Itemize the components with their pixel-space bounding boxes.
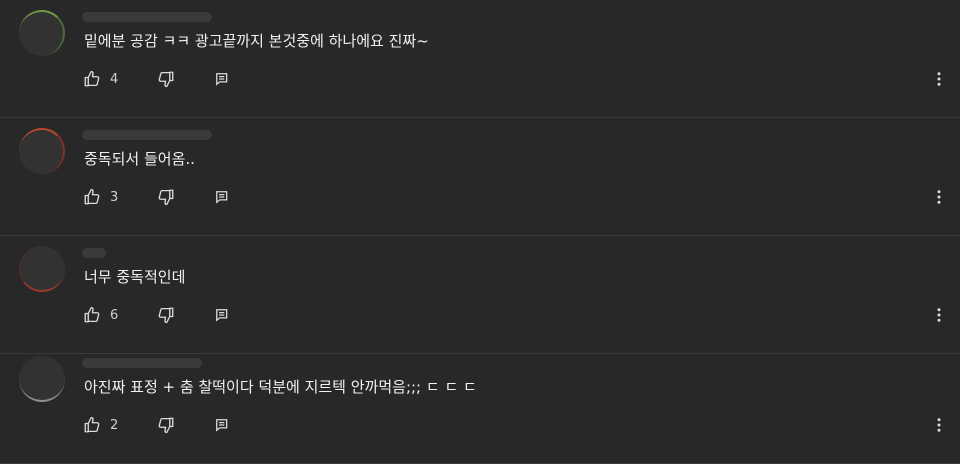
author-name-redacted[interactable]: [82, 358, 202, 368]
comment-item: 아진짜 표정 + 춤 찰떡이다 덕분에 지르텍 안까먹음;;; ㄷ ㄷ ㄷ 2: [0, 346, 960, 464]
comment-text: 밑에분 공감 ㅋㅋ 광고끝까지 본것중에 하나에요 진짜~: [84, 32, 429, 50]
reply-button[interactable]: [215, 409, 229, 441]
comment-actions: 4: [80, 63, 941, 95]
reply-icon: [216, 419, 228, 432]
comment-text: 아진짜 표정 + 춤 찰떡이다 덕분에 지르텍 안까먹음;;; ㄷ ㄷ ㄷ: [84, 378, 477, 396]
like-button[interactable]: 3: [83, 181, 118, 213]
comment-item: 너무 중독적인데 6: [0, 236, 960, 354]
more-vertical-icon: [937, 418, 941, 432]
avatar[interactable]: [19, 246, 65, 292]
dislike-button[interactable]: [157, 299, 175, 331]
more-options-button[interactable]: [930, 63, 948, 95]
more-options-button[interactable]: [930, 409, 948, 441]
avatar[interactable]: [19, 10, 65, 56]
comment-text: 너무 중독적인데: [84, 268, 186, 286]
thumbs-down-icon: [158, 71, 174, 88]
like-count: 6: [110, 307, 119, 323]
reply-button[interactable]: [215, 299, 229, 331]
avatar[interactable]: [19, 128, 65, 174]
comment-actions: 3: [80, 181, 941, 213]
thumbs-up-icon: [84, 70, 100, 87]
like-button[interactable]: 6: [83, 299, 118, 331]
author-name-redacted[interactable]: [82, 12, 212, 22]
like-count: 3: [110, 189, 119, 205]
comment-item: 밑에분 공감 ㅋㅋ 광고끝까지 본것중에 하나에요 진짜~ 4: [0, 0, 960, 118]
more-vertical-icon: [937, 72, 941, 86]
more-vertical-icon: [937, 308, 941, 322]
author-name-redacted[interactable]: [82, 248, 106, 258]
like-button[interactable]: 2: [83, 409, 118, 441]
dislike-button[interactable]: [157, 63, 175, 95]
more-options-button[interactable]: [930, 299, 948, 331]
thumbs-up-icon: [84, 306, 100, 323]
comment-actions: 2: [80, 409, 941, 441]
thumbs-down-icon: [158, 307, 174, 324]
comment-list: 밑에분 공감 ㅋㅋ 광고끝까지 본것중에 하나에요 진짜~ 4 중독되서 들어옴…: [0, 0, 960, 464]
more-options-button[interactable]: [930, 181, 948, 213]
like-button[interactable]: 4: [83, 63, 118, 95]
reply-button[interactable]: [215, 63, 229, 95]
comment-actions: 6: [80, 299, 941, 331]
author-name-redacted[interactable]: [82, 130, 212, 140]
reply-icon: [216, 191, 228, 204]
more-vertical-icon: [937, 190, 941, 204]
thumbs-down-icon: [158, 417, 174, 434]
like-count: 2: [110, 417, 119, 433]
thumbs-up-icon: [84, 188, 100, 205]
dislike-button[interactable]: [157, 181, 175, 213]
reply-icon: [216, 73, 228, 86]
reply-icon: [216, 309, 228, 322]
avatar[interactable]: [19, 356, 65, 402]
comment-text: 중독되서 들어옴..: [84, 150, 195, 168]
like-count: 4: [110, 71, 119, 87]
thumbs-up-icon: [84, 416, 100, 433]
reply-button[interactable]: [215, 181, 229, 213]
comment-item: 중독되서 들어옴.. 3: [0, 118, 960, 236]
dislike-button[interactable]: [157, 409, 175, 441]
thumbs-down-icon: [158, 189, 174, 206]
